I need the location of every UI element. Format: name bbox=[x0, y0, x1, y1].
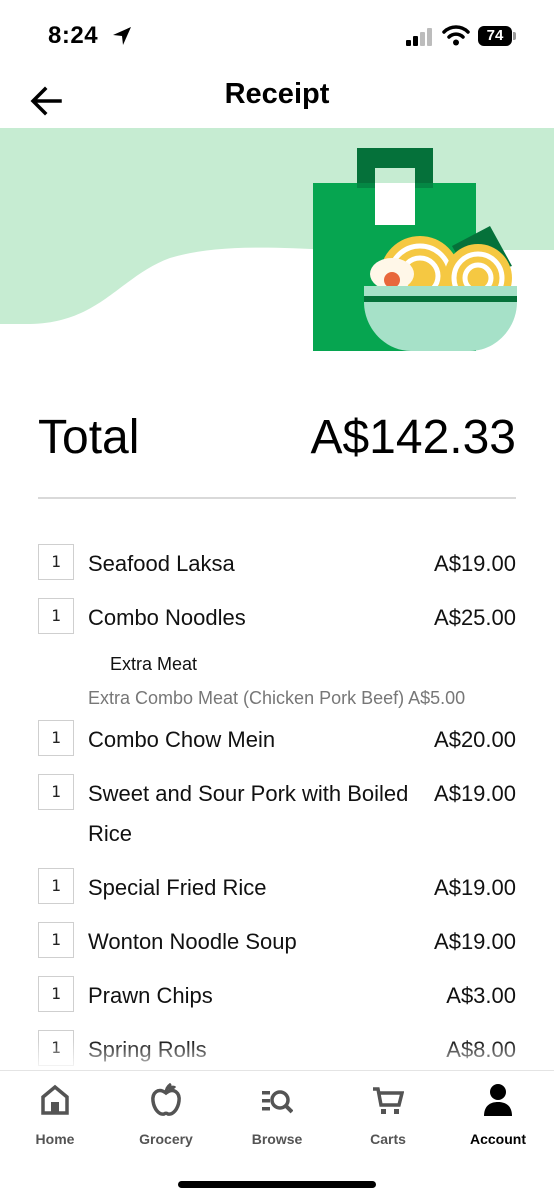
item-price: A$3.00 bbox=[446, 983, 516, 1008]
item-quantity: 1 bbox=[38, 774, 74, 810]
nav-grocery-label: Grocery bbox=[139, 1131, 193, 1147]
status-bar: 8:24 74 bbox=[0, 0, 554, 70]
nav-carts[interactable]: Carts bbox=[333, 1079, 443, 1151]
cart-icon bbox=[373, 1087, 404, 1114]
item-price: A$19.00 bbox=[434, 781, 516, 806]
nav-browse[interactable]: Browse bbox=[222, 1079, 332, 1151]
battery-level: 74 bbox=[486, 27, 504, 44]
nav-browse-label: Browse bbox=[251, 1131, 303, 1147]
nav-account[interactable]: Account bbox=[443, 1079, 553, 1151]
item-quantity: 1 bbox=[38, 720, 74, 756]
nav-home[interactable]: Home bbox=[0, 1079, 110, 1151]
item-price: A$19.00 bbox=[434, 551, 516, 576]
total-amount: A$142.33 bbox=[310, 411, 516, 464]
location-arrow-icon bbox=[113, 27, 131, 45]
item-quantity: 1 bbox=[38, 598, 74, 634]
item-name: Seafood Laksa bbox=[88, 551, 235, 576]
item-name: Prawn Chips bbox=[88, 983, 213, 1008]
item-quantity: 1 bbox=[38, 544, 74, 580]
item-price: A$20.00 bbox=[434, 727, 516, 752]
nav-home-label: Home bbox=[35, 1131, 75, 1147]
scroll-fade bbox=[0, 1040, 554, 1072]
hero-illustration bbox=[0, 128, 554, 351]
item-quantity: 1 bbox=[38, 922, 74, 958]
item-price: A$19.00 bbox=[434, 875, 516, 900]
wifi-icon bbox=[442, 25, 470, 46]
status-time: 8:24 bbox=[48, 22, 99, 49]
home-indicator bbox=[178, 1181, 376, 1188]
home-icon bbox=[41, 1084, 69, 1115]
cellular-signal-icon bbox=[406, 28, 432, 46]
divider bbox=[38, 497, 516, 499]
item-name: Wonton Noodle Soup bbox=[88, 929, 297, 954]
item-price: A$25.00 bbox=[434, 605, 516, 630]
battery-icon: 74 bbox=[478, 26, 516, 46]
item-name: Combo Noodles bbox=[88, 605, 246, 630]
item-name: Combo Chow Mein bbox=[88, 727, 276, 752]
item-name: Sweet and Sour Pork with Boiled Rice bbox=[88, 781, 409, 846]
item-name: Special Fried Rice bbox=[88, 875, 267, 900]
total-label: Total bbox=[38, 411, 140, 464]
item-option-group: Extra Meat bbox=[110, 654, 198, 674]
item-quantity: 1 bbox=[38, 976, 74, 1012]
nav-carts-label: Carts bbox=[370, 1131, 406, 1147]
apple-icon bbox=[151, 1083, 181, 1116]
item-price: A$19.00 bbox=[434, 929, 516, 954]
page-title: Receipt bbox=[224, 78, 330, 110]
item-option-detail: Extra Combo Meat (Chicken Pork Beef) A$5… bbox=[88, 688, 466, 708]
nav-account-label: Account bbox=[470, 1131, 526, 1147]
nav-grocery[interactable]: Grocery bbox=[111, 1079, 221, 1151]
item-quantity: 1 bbox=[38, 868, 74, 904]
browse-icon bbox=[262, 1090, 293, 1114]
account-icon bbox=[484, 1084, 512, 1116]
